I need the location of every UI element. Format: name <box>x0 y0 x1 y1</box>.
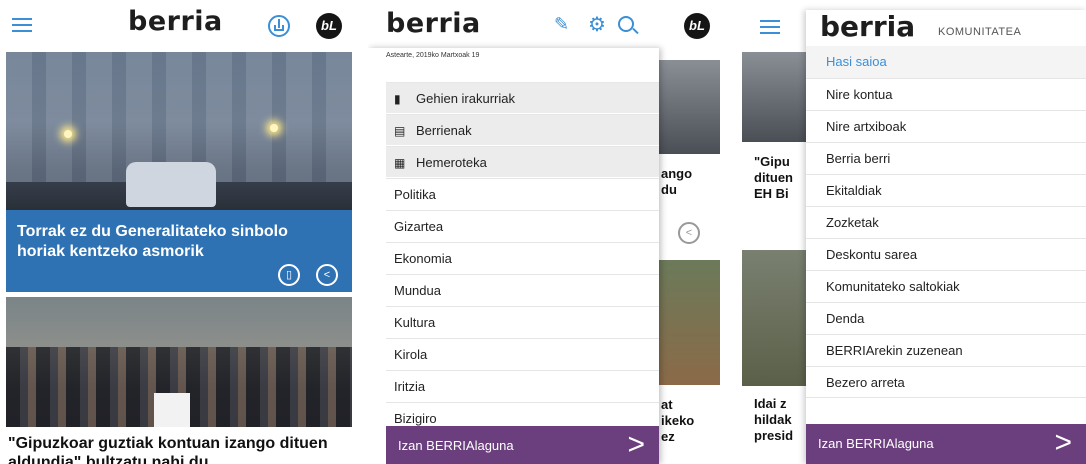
screen-community-menu: "Gipu dituen EH Bi Idai z hildak presid … <box>734 0 1086 464</box>
menu-item-account[interactable]: Nire kontua <box>806 78 1086 110</box>
hamburger-menu-icon[interactable] <box>12 18 32 32</box>
section-item[interactable]: Kirola <box>386 338 659 369</box>
berria-logo[interactable]: berria <box>386 8 481 39</box>
behind-story-text: at ikeko ez <box>661 397 695 444</box>
menu-item-latest[interactable]: ▤ Berrienak <box>386 114 659 145</box>
share-icon[interactable]: < <box>678 222 700 244</box>
menu-item-login[interactable]: Hasi saioa <box>806 46 1086 78</box>
menu-item-store[interactable]: Denda <box>806 302 1086 334</box>
second-story-title[interactable]: "Gipuzkoar guztiak kontuan izango dituen… <box>8 434 352 464</box>
gear-icon[interactable]: ⚙ <box>588 12 606 37</box>
section-item[interactable]: Iritzia <box>386 370 659 401</box>
support-banner-label: Izan BERRIAlaguna <box>818 436 934 451</box>
section-item[interactable]: Mundua <box>386 274 659 305</box>
behind-story-text: "Gipu dituen EH Bi <box>754 154 793 201</box>
section-item[interactable]: Politika <box>386 178 659 209</box>
community-label: KOMUNITATEA <box>938 26 1022 38</box>
menu-item-berria-berri[interactable]: Berria berri <box>806 142 1086 174</box>
newspaper-icon: ▤ <box>394 124 406 138</box>
section-item[interactable]: Kultura <box>386 306 659 337</box>
hamburger-menu-icon[interactable] <box>760 20 780 34</box>
behind-story-image <box>659 260 720 385</box>
second-story-image[interactable] <box>6 297 352 427</box>
menu-item-giveaways[interactable]: Zozketak <box>806 206 1086 238</box>
menu-item-live[interactable]: BERRIArekin zuzenean <box>806 334 1086 366</box>
behind-story-image <box>742 250 806 386</box>
section-item[interactable]: Gizartea <box>386 210 659 241</box>
bookmark-icon[interactable]: ▯ <box>278 264 300 286</box>
menu-item-archive[interactable]: ▦ Hemeroteka <box>386 146 659 177</box>
top-story-title[interactable]: Torrak ez du Generalitateko sinbolo hori… <box>17 222 340 262</box>
top-bar: berria ✎ ⚙ bL <box>368 0 720 48</box>
behind-story-text: ango du <box>661 166 693 197</box>
menu-item-events[interactable]: Ekitaldiak <box>806 174 1086 206</box>
community-drawer: berria KOMUNITATEA Hasi saioa Nire kontu… <box>806 10 1086 464</box>
download-icon[interactable] <box>268 15 290 37</box>
chevron-right-icon: > <box>1054 426 1072 459</box>
support-banner-label: Izan BERRIAlaguna <box>398 438 514 453</box>
menu-item-shops[interactable]: Komunitateko saltokiak <box>806 270 1086 302</box>
support-banner-button[interactable]: Izan BERRIAlaguna > <box>806 424 1086 464</box>
top-bar: berria bL <box>0 0 352 48</box>
archive-icon: ▦ <box>394 156 406 170</box>
chart-icon: ▮ <box>394 92 401 106</box>
screen-home: berria bL Torrak ez du Generalitateko si… <box>0 0 352 464</box>
menu-item-most-read[interactable]: ▮ Gehien irakurriak <box>386 82 659 113</box>
menu-item-archives[interactable]: Nire artxiboak <box>806 110 1086 142</box>
behind-story-text: Idai z hildak presid <box>754 396 794 443</box>
chevron-right-icon: > <box>627 428 645 461</box>
bl-badge-icon[interactable]: bL <box>684 13 710 39</box>
menu-item-customer-service[interactable]: Bezero arreta <box>806 366 1086 398</box>
berria-logo[interactable]: berria <box>820 10 915 43</box>
menu-item-discounts[interactable]: Deskontu sarea <box>806 238 1086 270</box>
section-item[interactable]: Ekonomia <box>386 242 659 273</box>
top-story-image[interactable] <box>6 52 352 210</box>
behind-story-image <box>659 60 720 154</box>
berria-logo[interactable]: berria <box>128 6 223 37</box>
screen-sections-menu: berria ✎ ⚙ bL ango du < at ikeko ez Aste… <box>368 0 720 464</box>
top-story-card[interactable]: Torrak ez du Generalitateko sinbolo hori… <box>6 210 352 292</box>
search-icon[interactable] <box>618 16 639 35</box>
date-label: Astearte, 2019ko Martxoak 19 <box>386 52 480 59</box>
support-banner-button[interactable]: Izan BERRIAlaguna > <box>386 426 659 464</box>
edit-icon[interactable]: ✎ <box>554 14 569 35</box>
sections-drawer: Astearte, 2019ko Martxoak 19 ▮ Gehien ira… <box>368 48 659 464</box>
behind-story-image <box>742 52 806 142</box>
bl-badge-icon[interactable]: bL <box>316 13 342 39</box>
share-icon[interactable]: < <box>316 264 338 286</box>
